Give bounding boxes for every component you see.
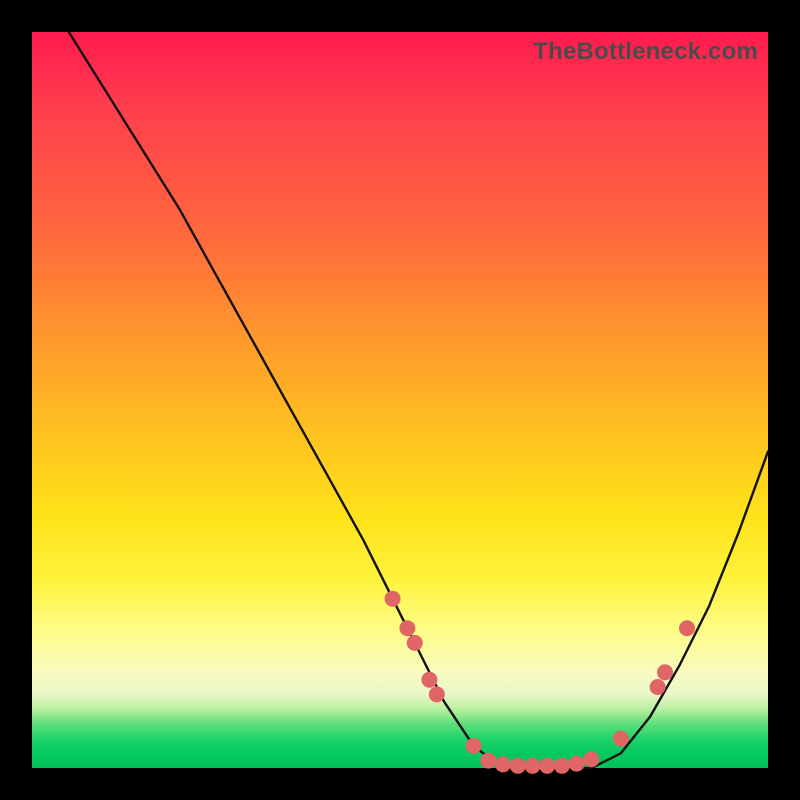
right-ascent-dot-1	[613, 731, 629, 747]
floor-dot-9	[583, 751, 599, 767]
floor-dot-5	[525, 758, 541, 774]
plot-area: TheBottleneck.com	[32, 32, 768, 768]
floor-dot-8	[569, 756, 585, 772]
left-descent-dot-5	[429, 686, 445, 702]
floor-dot-7	[554, 758, 570, 774]
bottleneck-curve	[69, 32, 768, 768]
marker-dots	[385, 591, 695, 774]
right-ascent-dot-4	[679, 620, 695, 636]
chart-frame: TheBottleneck.com	[0, 0, 800, 800]
floor-dot-6	[539, 758, 555, 774]
right-ascent-dot-3	[657, 664, 673, 680]
floor-dot-4	[510, 758, 526, 774]
floor-dot-3	[495, 756, 511, 772]
left-descent-dot-4	[421, 672, 437, 688]
floor-dot-2	[480, 753, 496, 769]
chart-svg	[32, 32, 768, 768]
left-descent-dot-3	[407, 635, 423, 651]
left-descent-dot-1	[385, 591, 401, 607]
left-descent-dot-2	[399, 620, 415, 636]
right-ascent-dot-2	[650, 679, 666, 695]
floor-dot-1	[466, 738, 482, 754]
